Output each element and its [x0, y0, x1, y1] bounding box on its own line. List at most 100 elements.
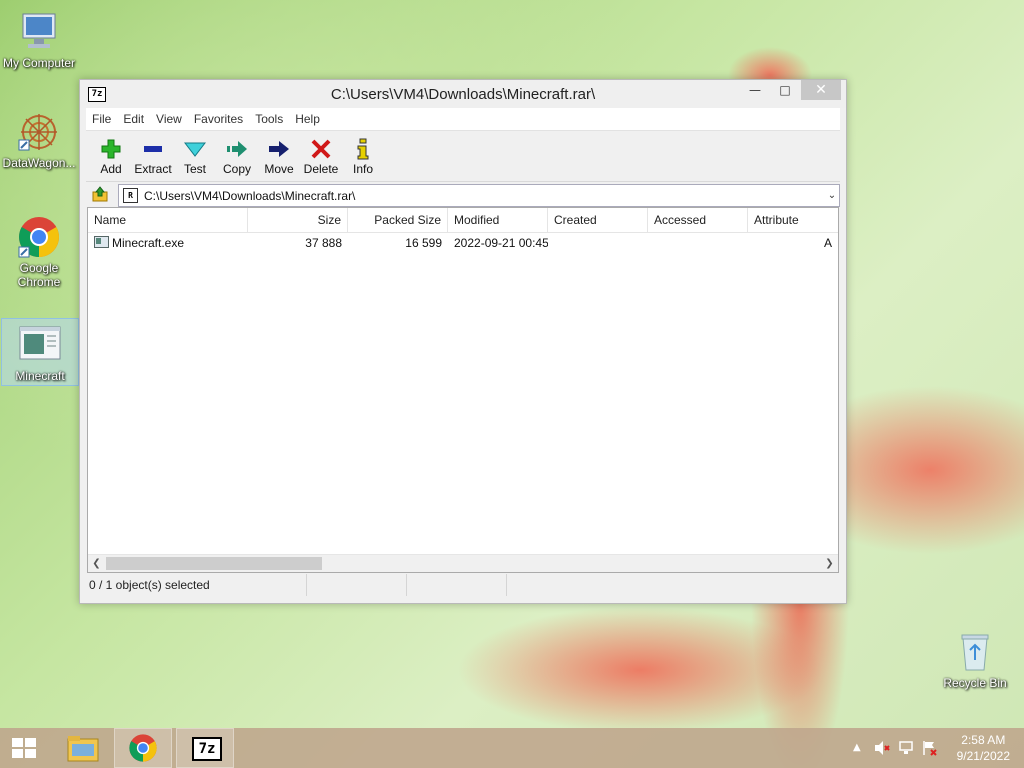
exe-file-icon	[18, 323, 62, 367]
column-accessed[interactable]: Accessed	[648, 208, 748, 232]
desktop-icon-my-computer[interactable]: My Computer	[1, 10, 77, 70]
windows-logo-icon	[12, 738, 36, 758]
menu-tools[interactable]: Tools	[249, 112, 289, 126]
up-folder-icon[interactable]	[92, 186, 108, 202]
column-created[interactable]: Created	[548, 208, 648, 232]
status-pane-2	[307, 574, 407, 596]
taskbar: 7z ▲ 2:58 AM 9/21/2022	[0, 728, 1024, 768]
scroll-right-icon[interactable]: ❯	[821, 555, 838, 572]
check-icon	[174, 138, 216, 160]
clock-time: 2:58 AM	[961, 733, 1006, 747]
folder-icon	[67, 736, 99, 762]
address-field[interactable]: R C:\Users\VM4\Downloads\Minecraft.rar\ …	[118, 184, 840, 207]
test-label: Test	[183, 162, 206, 176]
row-modified: 2022-09-21 00:45	[454, 236, 548, 250]
system-clock[interactable]: 2:58 AM 9/21/2022	[957, 732, 1010, 764]
menu-help[interactable]: Help	[289, 112, 326, 126]
maximize-icon: □	[779, 83, 791, 97]
move-label: Move	[264, 162, 294, 176]
desktop-icon-minecraft[interactable]: Minecraft	[1, 318, 79, 386]
clock-date: 9/21/2022	[956, 749, 1010, 763]
delete-x-icon	[300, 138, 342, 160]
extract-button[interactable]: Extract	[132, 138, 174, 181]
exe-file-icon	[94, 236, 109, 248]
status-pane-3	[407, 574, 507, 596]
delete-button[interactable]: Delete	[300, 138, 342, 181]
column-size[interactable]: Size	[248, 208, 348, 232]
show-hidden-icons-chevron-up-icon[interactable]: ▲	[853, 742, 861, 753]
add-label: Add	[100, 162, 122, 176]
taskbar-file-explorer[interactable]	[56, 728, 114, 768]
address-bar: R C:\Users\VM4\Downloads\Minecraft.rar\ …	[86, 182, 840, 208]
address-path: C:\Users\VM4\Downloads\Minecraft.rar\	[144, 188, 356, 203]
maximize-button[interactable]: □	[770, 80, 800, 100]
taskbar-7zip[interactable]: 7z	[176, 728, 234, 768]
column-modified[interactable]: Modified	[448, 208, 548, 232]
column-name[interactable]: Name	[88, 208, 248, 232]
close-button[interactable]: ✕	[801, 80, 841, 100]
minus-icon	[132, 138, 174, 160]
menu-favorites[interactable]: Favorites	[188, 112, 249, 126]
desktop-icon-label: My Computer	[2, 56, 76, 70]
minimize-button[interactable]: —	[740, 80, 770, 100]
action-center-flag-icon[interactable]	[922, 740, 938, 760]
row-accessed	[648, 233, 748, 253]
file-name: Minecraft.exe	[112, 236, 185, 250]
row-attributes: A	[823, 236, 832, 250]
test-button[interactable]: Test	[174, 138, 216, 181]
title-bar[interactable]: 7z C:\Users\VM4\Downloads\Minecraft.rar\…	[80, 80, 846, 108]
file-list: Name Size Packed Size Modified Created A…	[87, 207, 839, 573]
toolbar: Add Extract Test Copy Move Delete Info	[86, 131, 840, 182]
list-header: Name Size Packed Size Modified Created A…	[88, 208, 838, 233]
copy-label: Copy	[222, 162, 251, 176]
desktop-icon-label: DataWagon...	[2, 156, 76, 170]
menu-edit[interactable]: Edit	[117, 112, 150, 126]
desktop-icon-datawagon[interactable]: DataWagon...	[1, 110, 77, 170]
chrome-icon	[17, 215, 61, 259]
column-packed-size[interactable]: Packed Size	[348, 208, 448, 232]
chrome-icon	[129, 734, 157, 762]
row-created	[548, 233, 648, 253]
menu-view[interactable]: View	[150, 112, 188, 126]
volume-muted-icon[interactable]	[874, 740, 890, 760]
desktop-icon-recycle-bin[interactable]: Recycle Bin	[937, 630, 1013, 690]
table-row[interactable]: Minecraft.exe 37 888 16 599 2022-09-21 0…	[88, 233, 838, 253]
extract-label: Extract	[134, 162, 172, 176]
desktop-icon-google-chrome[interactable]: Google Chrome	[1, 215, 77, 289]
menu-bar: File Edit View Favorites Tools Help	[86, 108, 840, 131]
delete-label: Delete	[303, 162, 339, 176]
status-text: 0 / 1 object(s) selected	[87, 574, 307, 596]
move-arrow-icon	[258, 138, 300, 160]
desktop-icon-label: Google Chrome	[17, 261, 61, 289]
copy-arrow-icon	[216, 138, 258, 160]
add-button[interactable]: Add	[90, 138, 132, 181]
scroll-left-icon[interactable]: ❮	[88, 555, 105, 572]
info-icon	[342, 138, 384, 160]
chevron-down-icon[interactable]: ⌄	[825, 190, 839, 201]
network-icon[interactable]	[898, 740, 914, 760]
datawagon-icon	[17, 110, 61, 154]
status-bar: 0 / 1 object(s) selected	[87, 574, 837, 596]
desktop-icon-label: Recycle Bin	[943, 676, 1007, 690]
rar-file-icon: R	[123, 188, 138, 203]
window-title: C:\Users\VM4\Downloads\Minecraft.rar\	[330, 86, 596, 103]
computer-icon	[17, 10, 61, 54]
row-packed-size: 16 599	[405, 236, 442, 250]
scrollbar-thumb[interactable]	[106, 557, 322, 570]
close-icon: ✕	[815, 82, 827, 98]
row-name-cell: Minecraft.exe	[88, 233, 248, 253]
column-attributes[interactable]: Attribute	[748, 208, 838, 232]
archive-window: 7z C:\Users\VM4\Downloads\Minecraft.rar\…	[79, 79, 847, 604]
minimize-icon: —	[749, 83, 761, 97]
row-size: 37 888	[305, 236, 342, 250]
move-button[interactable]: Move	[258, 138, 300, 181]
start-button[interactable]	[0, 728, 48, 768]
copy-button[interactable]: Copy	[216, 138, 258, 181]
horizontal-scrollbar[interactable]: ❮ ❯	[88, 554, 838, 572]
info-label: Info	[352, 162, 373, 176]
menu-file[interactable]: File	[86, 112, 117, 126]
7zip-icon: 7z	[192, 737, 222, 761]
status-pane-4	[507, 574, 837, 596]
info-button[interactable]: Info	[342, 138, 384, 181]
taskbar-chrome[interactable]	[114, 728, 172, 768]
